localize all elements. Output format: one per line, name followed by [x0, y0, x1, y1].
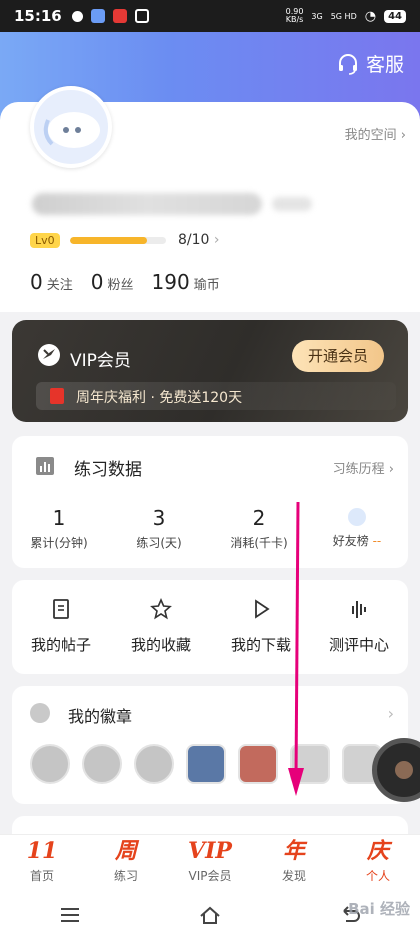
menu-icon[interactable]: [58, 905, 82, 925]
vip-title: VIP会员: [70, 351, 131, 371]
badge-item[interactable]: [238, 744, 278, 784]
level-progress-text[interactable]: 8/10 ›: [178, 232, 220, 248]
profile-stats: 0 关注 0 粉丝 190 瑜币: [30, 270, 220, 294]
home-icon: 11: [26, 838, 58, 864]
vip-logo-icon: [38, 344, 60, 366]
nav-profile[interactable]: 庆 个人: [336, 835, 420, 890]
avatar[interactable]: [30, 86, 112, 168]
red-envelope-icon: [50, 388, 64, 404]
bars-icon: [352, 601, 366, 618]
customer-service-button[interactable]: 客服: [336, 50, 404, 77]
chevron-right-icon: ›: [396, 128, 406, 143]
stat-coins[interactable]: 190 瑜币: [152, 270, 220, 294]
badge-section-icon: [30, 703, 50, 723]
bar-chart-icon: [36, 457, 54, 475]
practice-icon: 周: [114, 838, 137, 864]
practice-title: 练习数据: [74, 460, 142, 480]
my-posts-button[interactable]: 我的帖子: [16, 598, 106, 655]
gear-icon: [71, 10, 83, 22]
signal-3g: 3G: [311, 11, 323, 21]
my-downloads-button[interactable]: 我的下载: [216, 598, 306, 655]
practice-history-link[interactable]: 习练历程 ›: [333, 458, 394, 477]
badge-list: [30, 744, 382, 784]
mascot-avatar-icon: [43, 112, 100, 148]
chevron-right-icon: ›: [209, 232, 220, 248]
battery-indicator: 44: [384, 9, 406, 23]
status-bar: 15:16 0.90 KB/s 3G 5G HD ◔ 44: [0, 0, 420, 32]
badges-card[interactable]: 我的徽章 ›: [12, 686, 408, 804]
nav-home[interactable]: 11 首页: [0, 835, 84, 890]
signal-5g: 5G HD: [330, 11, 357, 21]
badge-item[interactable]: [82, 744, 122, 784]
document-icon: [53, 599, 69, 619]
vip-icon: VIP: [188, 838, 232, 864]
level-progress-fill: [70, 237, 147, 244]
nav-vip[interactable]: VIP VIP会员: [168, 835, 252, 890]
vip-promo-text: 周年庆福利 · 免费送120天: [76, 390, 243, 406]
status-indicators: 0.90 KB/s 3G 5G HD ◔ 44: [286, 8, 406, 24]
wifi-icon: ◔: [364, 8, 377, 24]
vip-promo-banner[interactable]: 周年庆福利 · 免费送120天: [36, 382, 396, 410]
vip-card[interactable]: VIP会员 开通会员 周年庆福利 · 免费送120天: [12, 320, 408, 422]
discover-icon: 年: [282, 838, 305, 864]
badge-item[interactable]: [134, 744, 174, 784]
profile-icon: 庆: [366, 838, 389, 864]
chevron-right-icon: ›: [384, 462, 394, 477]
badge-item[interactable]: [186, 744, 226, 784]
badge-item[interactable]: [30, 744, 70, 784]
badges-title: 我的徽章: [68, 707, 133, 726]
network-speed: 0.90 KB/s: [285, 7, 304, 24]
home-button-icon[interactable]: [198, 905, 222, 925]
stat-followers[interactable]: 0 粉丝: [91, 270, 134, 294]
nav-practice[interactable]: 周 练习: [84, 835, 168, 890]
headset-icon: [338, 53, 357, 75]
star-icon: [150, 597, 172, 620]
app-notification-icon-2: [134, 9, 149, 23]
friend-avatar-icon: [348, 508, 366, 526]
stat-calories[interactable]: 2 消耗(千卡): [214, 506, 304, 551]
username-blurred: [32, 193, 262, 215]
tools-card: 我的帖子 我的收藏 我的下载 测评中心: [12, 580, 408, 674]
play-icon: [255, 599, 270, 619]
app-notification-icon: [112, 9, 127, 23]
level-progress-bar: [70, 237, 166, 244]
practice-data-card: 练习数据 习练历程 › 1 累计(分钟) 3 练习(天) 2 消耗(千卡) 好友…: [12, 436, 408, 568]
stat-following[interactable]: 0 关注: [30, 270, 73, 294]
status-time: 15:16: [14, 7, 62, 25]
evaluation-center-button[interactable]: 测评中心: [314, 598, 404, 655]
plane-icon: [90, 9, 105, 23]
friends-ranking[interactable]: 好友榜 --: [312, 506, 402, 549]
my-favorites-button[interactable]: 我的收藏: [116, 597, 206, 655]
stat-total-minutes[interactable]: 1 累计(分钟): [14, 506, 104, 551]
badge-item[interactable]: [290, 744, 330, 784]
user-id-blurred: [272, 197, 312, 211]
stat-practice-days[interactable]: 3 练习(天): [114, 506, 204, 551]
watermark: Bai 经验: [348, 900, 410, 918]
nav-discover[interactable]: 年 发现: [252, 835, 336, 890]
level-badge: Lv0: [30, 233, 60, 248]
customer-service-label: 客服: [365, 54, 404, 76]
open-vip-button[interactable]: 开通会员: [292, 340, 384, 372]
my-space-link[interactable]: 我的空间 ›: [345, 124, 406, 143]
chevron-right-icon: ›: [387, 704, 394, 723]
bottom-nav: 11 首页 周 练习 VIP VIP会员 年 发现 庆 个人: [0, 834, 420, 890]
